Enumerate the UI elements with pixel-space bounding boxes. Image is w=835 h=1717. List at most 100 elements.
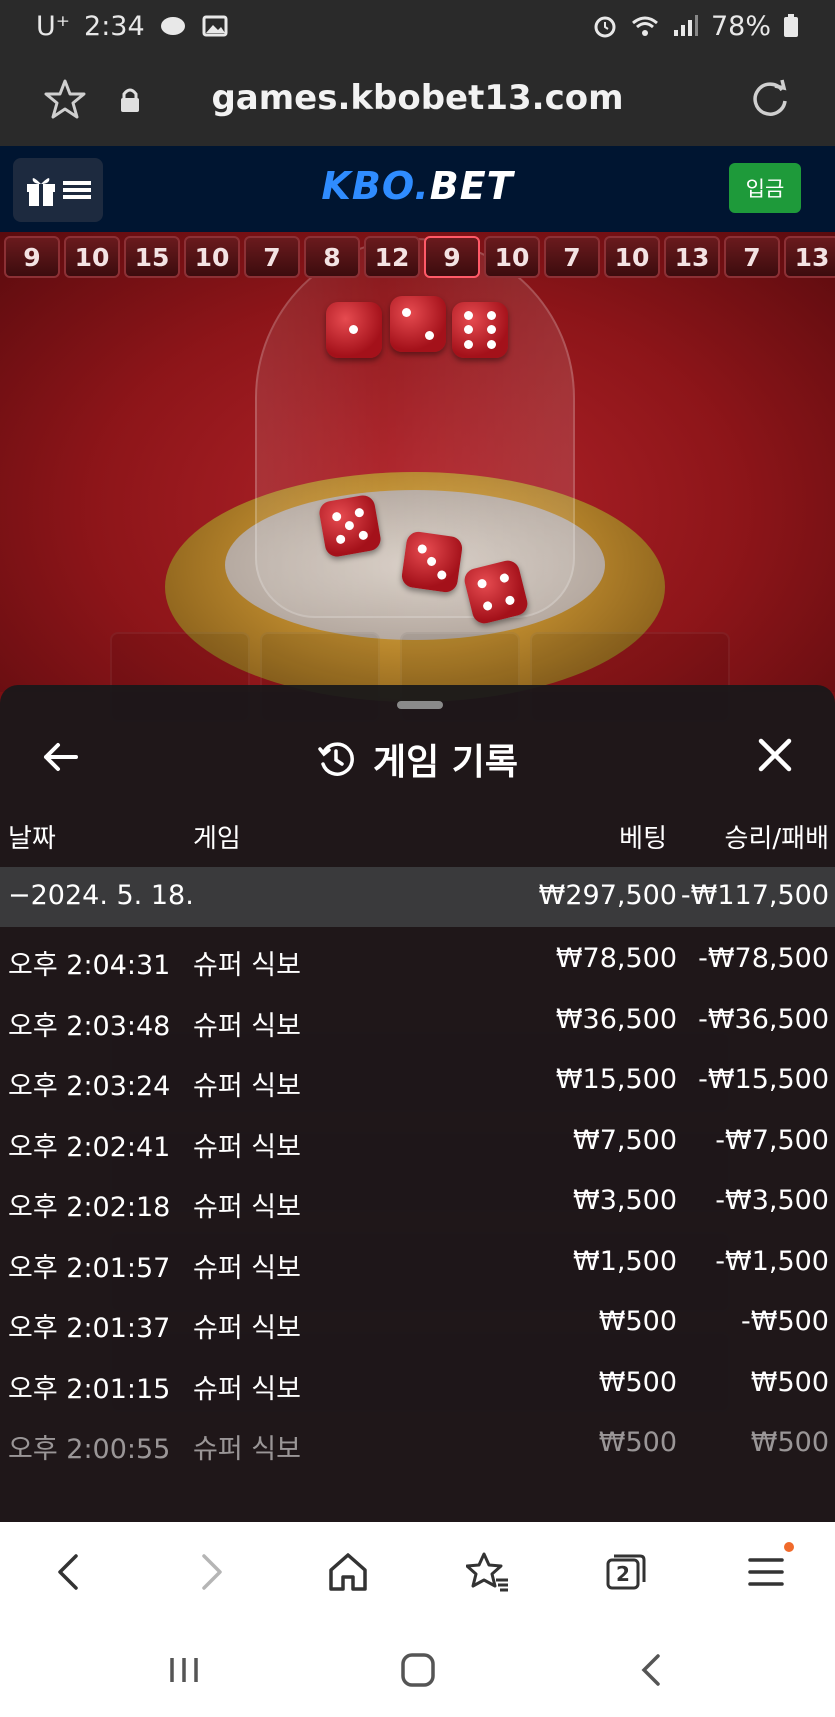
home-icon[interactable] (326, 1550, 370, 1594)
column-date: 날짜 (8, 824, 56, 854)
history-row[interactable]: 오후 2:03:48 슈퍼 식보 ₩36,500 -₩36,500 (0, 991, 835, 1051)
date-group-winloss-total: -₩117,500 (680, 880, 829, 911)
row-time: 오후 2:00:55 (8, 1434, 171, 1465)
bookmarks-icon[interactable] (466, 1550, 510, 1594)
history-row[interactable]: 오후 2:04:31 슈퍼 식보 ₩78,500 -₩78,500 (0, 930, 835, 990)
row-time: 오후 2:01:57 (8, 1252, 171, 1284)
system-navigation-bar (0, 1622, 835, 1717)
battery-icon (784, 14, 798, 37)
row-game: 슈퍼 식보 (193, 1010, 301, 1042)
history-result-badge: 9 (4, 236, 60, 278)
date-group-label: −2024. 5. 18. (8, 880, 194, 911)
history-row[interactable]: 오후 2:00:55 슈퍼 식보 ₩500 ₩500 (0, 1414, 835, 1474)
logo-bet: BET (429, 164, 514, 208)
result-history-strip: 9 10 15 10 7 8 12 9 10 7 10 13 7 13 (0, 232, 835, 282)
signal-icon (673, 15, 698, 36)
row-time: 오후 2:03:24 (8, 1071, 171, 1102)
result-die-1 (326, 302, 382, 358)
row-time: 오후 2:01:37 (8, 1313, 171, 1344)
row-bet: ₩78,500 (555, 943, 677, 974)
status-bar: U⁺ 2:34 78% (0, 0, 835, 52)
row-game: 슈퍼 식보 (193, 950, 301, 981)
dome-die-2 (400, 530, 464, 594)
history-result-badge: 10 (64, 236, 120, 278)
panel-title: 게임 기록 (372, 742, 518, 783)
logo-kbo: KBO. (321, 164, 430, 208)
message-icon (160, 17, 185, 35)
row-winloss: ₩500 (750, 1366, 829, 1398)
row-game: 슈퍼 식보 (193, 1373, 301, 1405)
row-bet: ₩500 (598, 1427, 677, 1458)
row-bet: ₩15,500 (555, 1064, 677, 1095)
history-result-badge: 8 (304, 236, 360, 278)
panel-drag-handle[interactable] (397, 701, 443, 709)
row-game: 슈퍼 식보 (193, 1313, 301, 1344)
history-result-badge: 10 (604, 236, 660, 278)
carrier-label: U⁺ (36, 10, 71, 42)
home-button-icon[interactable] (398, 1650, 438, 1690)
history-result-badge: 7 (724, 236, 780, 278)
row-winloss: -₩1,500 (715, 1245, 829, 1277)
date-group-row[interactable]: −2024. 5. 18. ₩297,500 -₩117,500 (0, 867, 835, 927)
screen: U⁺ 2:34 78% games.kbobet13.com KBO.BET 입… (0, 0, 835, 1717)
history-row[interactable]: 오후 2:01:37 슈퍼 식보 ₩500 -₩500 (0, 1293, 835, 1353)
game-history-panel: 게임 기록 날짜 게임 베팅 승리/패배 −2024. 5. 18. ₩297,… (0, 685, 835, 1522)
wifi-icon (632, 16, 658, 36)
row-time: 오후 2:01:15 (8, 1373, 171, 1405)
battery-label: 78% (710, 10, 771, 42)
row-game: 슈퍼 식보 (193, 1434, 301, 1465)
result-die-6 (452, 302, 508, 358)
history-result-badge: 15 (124, 236, 180, 278)
hamburger-icon[interactable] (744, 1550, 788, 1594)
row-game: 슈퍼 식보 (193, 1192, 301, 1223)
date-group-bet-total: ₩297,500 (538, 880, 677, 911)
tabs-button[interactable]: 2 (604, 1550, 648, 1594)
nav-forward-icon[interactable] (188, 1550, 232, 1594)
column-bet: 베팅 (619, 824, 667, 854)
browser-bottom-bar: 2 (0, 1522, 835, 1622)
column-winloss: 승리/패배 (724, 824, 829, 854)
history-result-badge: 10 (184, 236, 240, 278)
panel-header: 게임 기록 (0, 725, 835, 795)
history-row[interactable]: 오후 2:03:24 슈퍼 식보 ₩15,500 -₩15,500 (0, 1051, 835, 1111)
row-winloss: ₩500 (750, 1427, 829, 1458)
history-row[interactable]: 오후 2:02:41 슈퍼 식보 ₩7,500 -₩7,500 (0, 1112, 835, 1172)
tab-count: 2 (616, 1562, 630, 1586)
history-clock-icon (318, 742, 354, 776)
nav-back-icon[interactable] (48, 1550, 92, 1594)
deposit-button[interactable]: 입금 (729, 163, 801, 213)
row-game: 슈퍼 식보 (193, 1131, 301, 1163)
alarm-icon (594, 16, 616, 38)
history-result-badge: 12 (364, 236, 420, 278)
clock-label: 2:34 (84, 10, 145, 42)
system-back-icon[interactable] (632, 1650, 672, 1690)
history-result-badge: 7 (244, 236, 300, 278)
history-row[interactable]: 오후 2:01:57 슈퍼 식보 ₩1,500 -₩1,500 (0, 1233, 835, 1293)
gallery-icon (202, 15, 228, 37)
row-bet: ₩1,500 (573, 1245, 677, 1277)
row-winloss: -₩36,500 (698, 1003, 829, 1035)
history-result-badge: 9 (424, 236, 480, 278)
row-winloss: -₩500 (741, 1306, 829, 1337)
row-time: 오후 2:04:31 (8, 950, 171, 981)
reload-icon[interactable] (749, 78, 791, 120)
recent-apps-icon[interactable] (164, 1650, 204, 1690)
site-logo[interactable]: KBO.BET (0, 164, 835, 208)
close-icon[interactable] (755, 735, 795, 775)
column-game: 게임 (193, 824, 241, 854)
history-result-badge: 13 (784, 236, 835, 278)
history-row[interactable]: 오후 2:02:18 슈퍼 식보 ₩3,500 -₩3,500 (0, 1172, 835, 1232)
dome-die-1 (317, 493, 383, 559)
table-header: 날짜 게임 베팅 승리/패배 (0, 812, 835, 860)
row-winloss: -₩78,500 (698, 943, 829, 974)
row-time: 오후 2:03:48 (8, 1010, 171, 1042)
row-winloss: -₩15,500 (698, 1064, 829, 1095)
url-text[interactable]: games.kbobet13.com (0, 78, 835, 118)
history-row[interactable]: 오후 2:01:15 슈퍼 식보 ₩500 ₩500 (0, 1354, 835, 1414)
row-time: 오후 2:02:41 (8, 1131, 171, 1163)
row-bet: ₩36,500 (555, 1003, 677, 1035)
row-bet: ₩7,500 (573, 1124, 677, 1156)
notification-dot (784, 1542, 794, 1552)
history-result-badge: 13 (664, 236, 720, 278)
row-bet: ₩500 (598, 1366, 677, 1398)
